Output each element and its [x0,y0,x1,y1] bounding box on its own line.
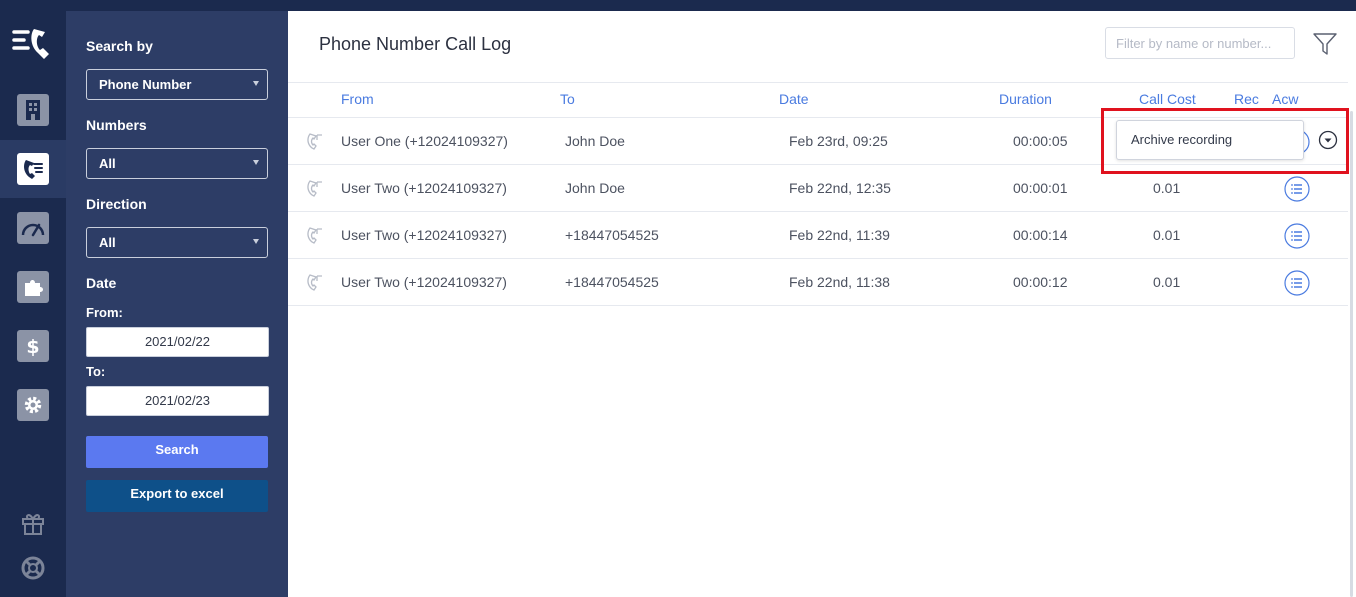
top-bar [0,0,1356,11]
call-log-icon [24,160,43,179]
scrollbar[interactable] [1350,111,1353,597]
column-date[interactable]: Date [779,91,809,107]
nav-gift[interactable] [16,506,50,540]
chevron-down-icon [253,239,259,244]
cell-from: User Two (+12024109327) [341,274,507,290]
table-row[interactable]: User Two (+12024109327) +18447054525 Feb… [288,259,1348,306]
table-row[interactable]: User Two (+12024109327) +18447054525 Feb… [288,212,1348,259]
numbers-value: All [99,156,116,171]
icon-rail: $ [0,0,66,597]
column-duration[interactable]: Duration [999,91,1052,107]
nav-billing[interactable]: $ [0,317,66,375]
column-rec[interactable]: Rec [1234,91,1259,107]
filter-input[interactable]: Filter by name or number... [1105,27,1295,59]
nav-company[interactable] [0,81,66,139]
cell-cost: 0.01 [1153,274,1181,290]
nav-support[interactable] [16,551,50,585]
lifebuoy-icon [21,556,45,580]
direction-value: All [99,235,116,250]
date-label: Date [86,275,117,291]
chevron-down-icon [253,160,259,165]
dashboard-gauge-icon [21,223,45,237]
column-call-cost[interactable]: Call Cost [1139,91,1196,107]
export-excel-button[interactable]: Export to excel [86,480,268,512]
nav-settings[interactable] [0,376,66,434]
phone-call-icon [307,180,322,197]
phone-call-icon [307,274,322,291]
chevron-down-icon [253,81,259,86]
cell-date: Feb 23rd, 09:25 [789,133,888,149]
recording-list-icon[interactable] [1284,223,1310,249]
from-label: From: [86,305,123,320]
column-acw[interactable]: Acw [1272,91,1298,107]
cell-to: +18447054525 [565,227,659,243]
numbers-select[interactable]: All [86,148,268,179]
cell-from: User Two (+12024109327) [341,180,507,196]
column-from[interactable]: From [341,91,374,107]
nav-integrations[interactable] [0,258,66,316]
direction-select[interactable]: All [86,227,268,258]
dollar-icon: $ [26,336,39,357]
search-by-select[interactable]: Phone Number [86,69,268,100]
cell-cost: 0.01 [1153,227,1181,243]
search-button[interactable]: Search [86,436,268,468]
cell-duration: 00:00:12 [1013,274,1068,290]
gift-icon [22,514,44,535]
numbers-label: Numbers [86,117,147,133]
recording-list-icon[interactable] [1284,176,1310,202]
to-date-input[interactable]: 2021/02/23 [86,386,269,416]
header-divider [288,82,1348,83]
recording-list-icon[interactable] [1284,270,1310,296]
nav-dashboard[interactable] [0,199,66,257]
puzzle-icon [25,280,43,296]
direction-label: Direction [86,196,147,212]
filter-panel: Search by Phone Number Numbers All Direc… [66,11,288,597]
page-title: Phone Number Call Log [319,34,512,54]
cell-duration: 00:00:05 [1013,133,1068,149]
cell-cost: 0.01 [1153,180,1181,196]
main-content: Phone Number Call Log Filter by name or … [288,11,1356,597]
search-by-value: Phone Number [99,77,192,92]
cell-to: John Doe [565,180,625,196]
cell-duration: 00:00:01 [1013,180,1068,196]
phone-call-icon [307,133,322,150]
svg-text:$: $ [26,336,39,357]
highlight-box [1101,108,1349,174]
cell-to: John Doe [565,133,625,149]
cell-duration: 00:00:14 [1013,227,1068,243]
cell-from: User Two (+12024109327) [341,227,507,243]
cell-to: +18447054525 [565,274,659,290]
app-logo-icon[interactable] [12,26,52,62]
filter-funnel-icon[interactable] [1312,31,1338,57]
gear-icon [24,396,42,414]
column-to[interactable]: To [560,91,575,107]
cell-date: Feb 22nd, 12:35 [789,180,891,196]
cell-date: Feb 22nd, 11:38 [789,274,890,290]
phone-call-icon [307,227,322,244]
cell-date: Feb 22nd, 11:39 [789,227,890,243]
search-by-label: Search by [86,38,153,54]
from-date-input[interactable]: 2021/02/22 [86,327,269,357]
nav-call-log[interactable] [0,140,66,198]
building-icon [26,100,40,120]
cell-from: User One (+12024109327) [341,133,508,149]
to-label: To: [86,364,106,379]
